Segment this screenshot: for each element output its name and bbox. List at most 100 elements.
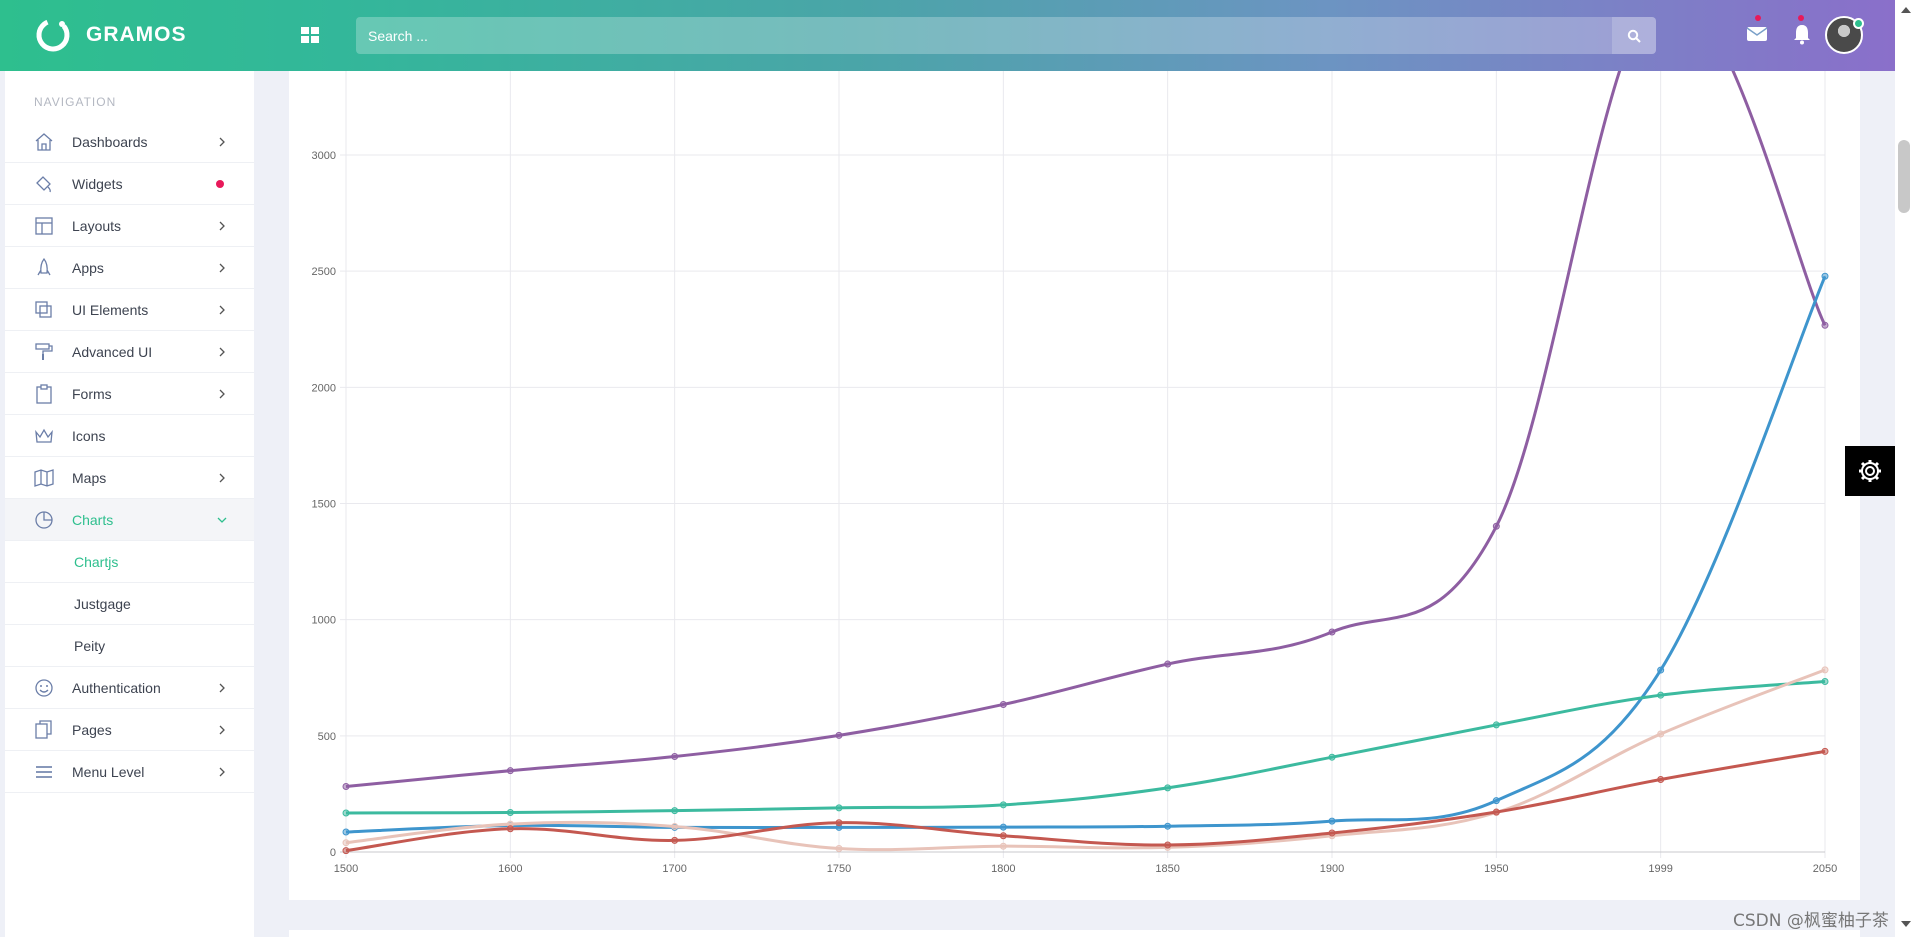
line-chart: 0 500 1000 1500 2000 2500 3000 1500 1600 1700 1750…	[312, 71, 1837, 875]
data-point[interactable]	[1657, 730, 1665, 738]
sidebar-item-advanced-ui[interactable]: Advanced UI	[5, 331, 254, 373]
series-line-3	[345, 668, 1826, 852]
chevron-right-icon	[219, 137, 225, 146]
paint-bucket-icon	[36, 175, 51, 192]
bell-icon[interactable]	[1790, 22, 1814, 46]
sidebar-item-charts[interactable]: Charts	[5, 499, 254, 541]
data-point[interactable]	[506, 767, 514, 775]
data-point[interactable]	[1328, 753, 1336, 761]
x-tick-label: 1800	[991, 863, 1015, 875]
data-point[interactable]	[342, 828, 350, 836]
data-point[interactable]	[342, 847, 350, 854]
chevron-right-icon	[219, 473, 225, 482]
search-button[interactable]	[1612, 17, 1656, 54]
data-point[interactable]	[1821, 677, 1829, 685]
sidebar-subitem-peity[interactable]: Peity	[5, 625, 254, 667]
data-point[interactable]	[1657, 776, 1665, 784]
mail-icon[interactable]	[1745, 22, 1769, 46]
y-tick-label: 0	[330, 847, 336, 859]
data-point[interactable]	[999, 823, 1007, 831]
data-point[interactable]	[999, 801, 1007, 809]
sidebar-item-pages[interactable]: Pages	[5, 709, 254, 751]
sidebar-item-ui-elements[interactable]: UI Elements	[5, 289, 254, 331]
data-point[interactable]	[1492, 522, 1500, 530]
data-point[interactable]	[1492, 808, 1500, 816]
sidebar-item-label: Charts	[72, 511, 114, 528]
data-point[interactable]	[1164, 841, 1172, 849]
data-point[interactable]	[1164, 822, 1172, 830]
chevron-right-icon	[219, 725, 225, 734]
sidebar-item-icons[interactable]: Icons	[5, 415, 254, 457]
data-point[interactable]	[1328, 829, 1336, 837]
data-point[interactable]	[1492, 797, 1500, 805]
data-point[interactable]	[506, 809, 514, 817]
brand[interactable]: GRAMOS	[34, 15, 187, 55]
search-input[interactable]	[356, 17, 1656, 54]
sidebar-item-label: Forms	[72, 385, 112, 402]
sidebar-item-label: Widgets	[72, 175, 123, 192]
y-tick-label: 2000	[312, 382, 336, 394]
sidebar-subitem-chartjs[interactable]: Chartjs	[5, 541, 254, 583]
data-point[interactable]	[999, 700, 1007, 708]
data-point[interactable]	[506, 825, 514, 833]
sidebar-item-layouts[interactable]: Layouts	[5, 205, 254, 247]
chevron-right-icon	[219, 389, 225, 398]
data-point[interactable]	[1164, 784, 1172, 792]
data-point[interactable]	[342, 839, 350, 847]
sidebar-subitem-justgage[interactable]: Justgage	[5, 583, 254, 625]
data-point[interactable]	[1164, 660, 1172, 668]
x-tick-label: 1600	[498, 863, 522, 875]
menu-icon	[36, 765, 52, 778]
data-point[interactable]	[1657, 666, 1665, 674]
sidebar-item-apps[interactable]: Apps	[5, 247, 254, 289]
settings-button[interactable]	[1845, 446, 1895, 496]
data-point[interactable]	[671, 836, 679, 844]
sidebar-subitem-label: Peity	[74, 637, 106, 654]
data-point[interactable]	[835, 804, 843, 812]
data-point[interactable]	[1492, 721, 1500, 729]
data-point[interactable]	[1328, 817, 1336, 825]
data-point[interactable]	[1821, 321, 1829, 329]
x-tick-label: 2050	[1813, 863, 1837, 875]
layout-icon	[35, 216, 53, 235]
top-header: GRAMOS	[0, 0, 1895, 71]
data-point[interactable]	[671, 807, 679, 815]
data-point[interactable]	[999, 832, 1007, 840]
data-point[interactable]	[835, 845, 843, 853]
sidebar-item-maps[interactable]: Maps	[5, 457, 254, 499]
sidebar: NAVIGATION Dashboards Widgets Layouts Ap…	[5, 71, 254, 937]
x-tick-label: 1999	[1648, 863, 1672, 875]
data-point[interactable]	[1328, 628, 1336, 636]
nav-section-title: NAVIGATION	[34, 95, 117, 109]
series-line-2	[345, 679, 1826, 815]
data-point[interactable]	[1657, 691, 1665, 699]
rocket-icon	[37, 257, 51, 275]
apps-grid-icon[interactable]	[300, 26, 320, 44]
y-tick-label: 3000	[312, 150, 336, 162]
scroll-down-icon[interactable]	[1900, 920, 1912, 928]
sidebar-item-widgets[interactable]: Widgets	[5, 163, 254, 205]
files-icon	[35, 719, 52, 739]
data-point[interactable]	[835, 819, 843, 827]
data-point[interactable]	[835, 731, 843, 739]
sidebar-subitem-label: Chartjs	[74, 553, 119, 570]
data-point[interactable]	[671, 822, 679, 830]
smile-icon	[35, 678, 53, 697]
data-point[interactable]	[999, 842, 1007, 850]
data-point[interactable]	[342, 782, 350, 790]
scroll-up-icon[interactable]	[1900, 6, 1912, 14]
data-point[interactable]	[671, 753, 679, 761]
data-point[interactable]	[342, 809, 350, 817]
sidebar-item-dashboards[interactable]: Dashboards	[5, 121, 254, 163]
sidebar-item-menu-level[interactable]: Menu Level	[5, 751, 254, 793]
data-point[interactable]	[1821, 747, 1829, 755]
data-point[interactable]	[1821, 272, 1829, 280]
sidebar-item-authentication[interactable]: Authentication	[5, 667, 254, 709]
home-icon	[35, 132, 53, 151]
sidebar-item-forms[interactable]: Forms	[5, 373, 254, 415]
data-point[interactable]	[1821, 666, 1829, 674]
gear-icon	[1859, 460, 1881, 482]
sidebar-subitem-label: Justgage	[74, 595, 131, 612]
chevron-right-icon	[219, 683, 225, 692]
scrollbar-thumb[interactable]	[1898, 140, 1910, 213]
